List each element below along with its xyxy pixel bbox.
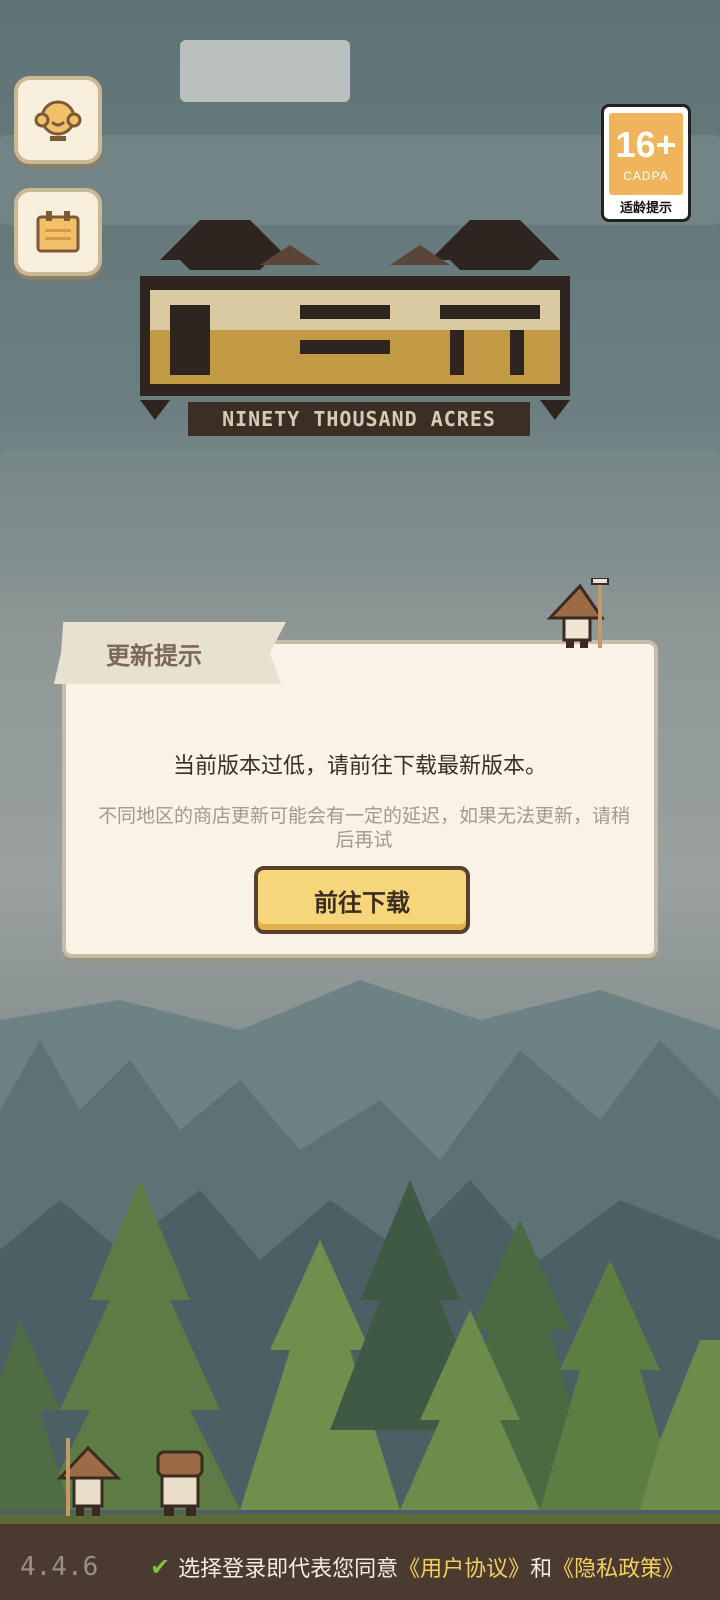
agreement-and: 和 [530, 1557, 553, 1582]
headset-icon [34, 100, 82, 141]
agreement-checkbox[interactable]: ✔ [150, 1553, 170, 1581]
elder-character [156, 1450, 204, 1516]
version-label: 4.4.6 [20, 1552, 99, 1582]
cloud [0, 450, 720, 570]
age-rating-caption: 适龄提示 [619, 201, 672, 216]
cloud [180, 40, 350, 102]
announcement-button[interactable] [14, 188, 102, 276]
age-rating-number: 16+ [615, 124, 677, 165]
farmer-character [546, 578, 609, 648]
logo-subtitle: NINETY THOUSAND ACRES [188, 402, 530, 436]
dialog-title: 更新提示 [106, 641, 202, 670]
age-rating-cadpa: CADPA [623, 169, 669, 183]
agreement-row: ✔ 选择登录即代表您同意 《用户协议》 和 《隐私政策》 [150, 1551, 684, 1583]
privacy-policy-link[interactable]: 《隐私政策》 [552, 1551, 684, 1583]
age-rating-box: 16+ CADPA [609, 113, 683, 195]
user-agreement-link[interactable]: 《用户协议》 [398, 1551, 530, 1583]
dialog-message: 当前版本过低，请前往下载最新版本。 [172, 754, 547, 779]
customer-service-button[interactable] [14, 76, 102, 164]
update-dialog: 当前版本过低，请前往下载最新版本。 不同地区的商店更新可能会有一定的延迟，如果无… [62, 640, 658, 958]
agreement-prefix: 选择登录即代表您同意 [178, 1557, 399, 1582]
dialog-title-tab: 更新提示 [54, 622, 286, 684]
notice-board-icon [36, 211, 80, 253]
dialog-note: 不同地区的商店更新可能会有一定的延迟，如果无法更新，请稍后再试 [97, 805, 630, 851]
download-button[interactable]: 前往下载 [254, 866, 470, 934]
age-rating-badge[interactable]: 16+ CADPA 适龄提示 [601, 104, 691, 222]
farmer-character [56, 1438, 122, 1516]
